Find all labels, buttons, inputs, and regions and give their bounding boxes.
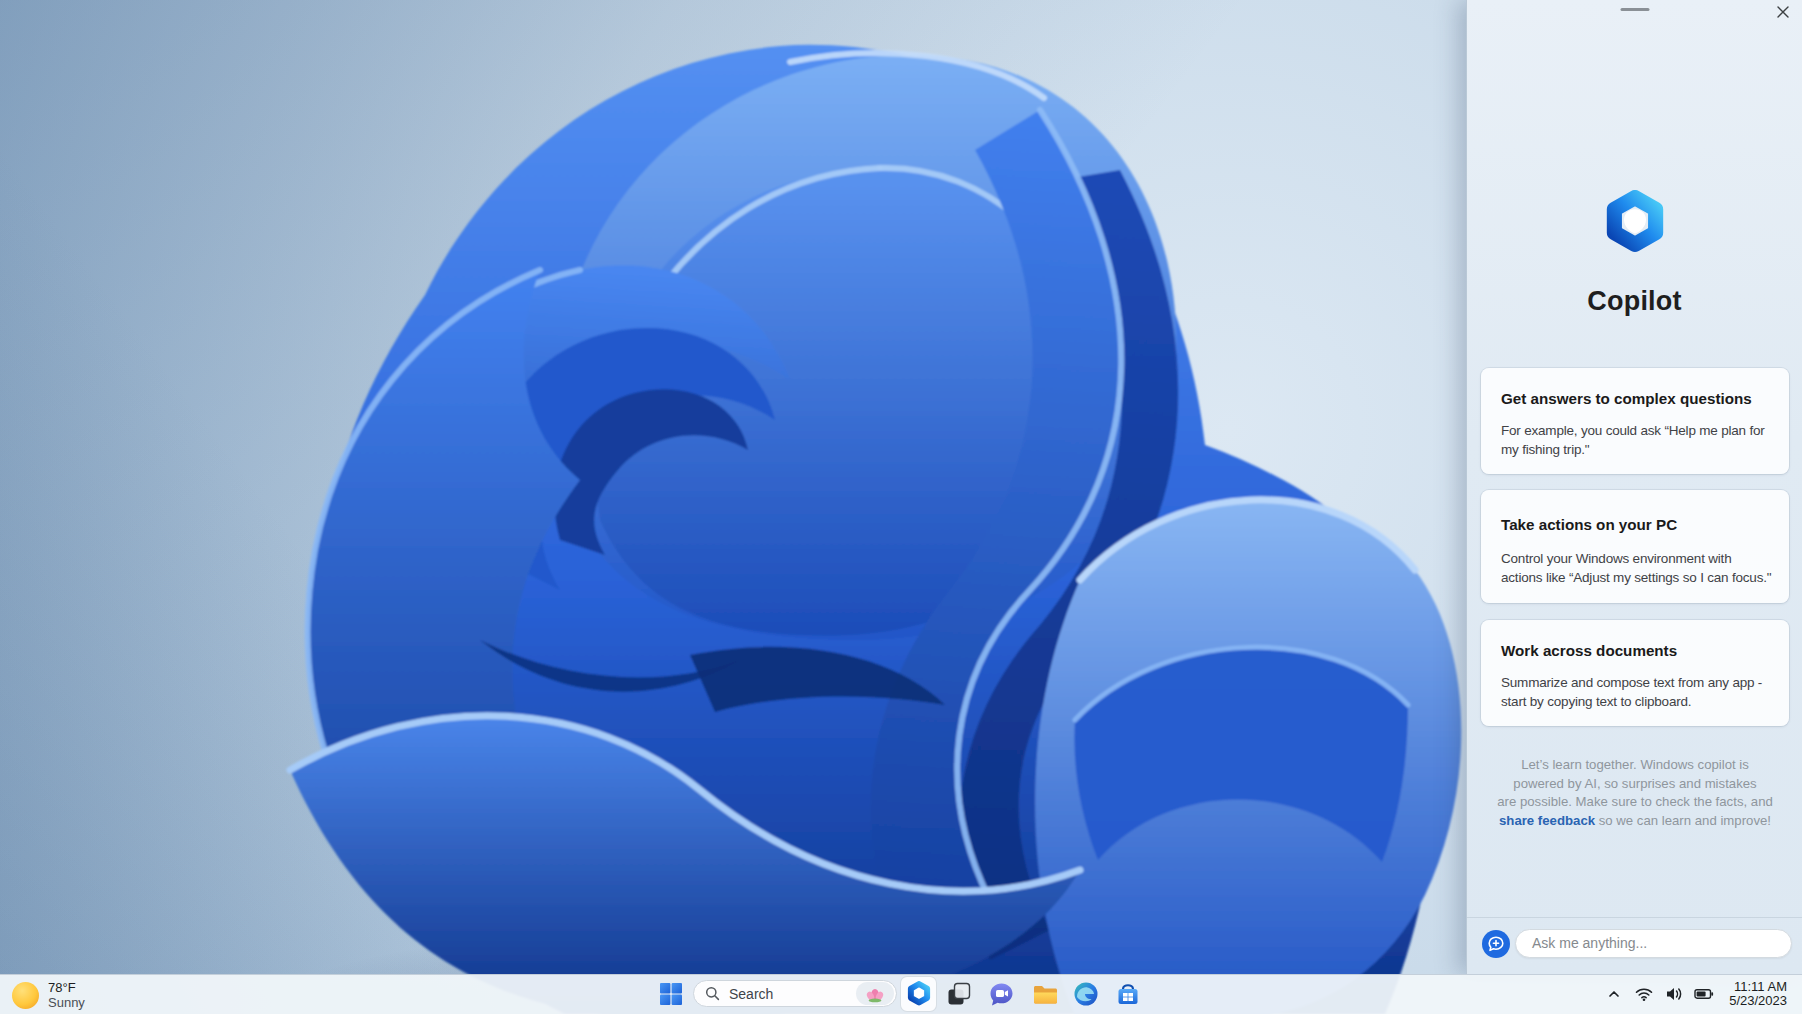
clock-date: 5/23/2023 xyxy=(1729,994,1787,1009)
search-box[interactable]: Search xyxy=(693,980,897,1007)
card-title: Work across documents xyxy=(1501,642,1779,659)
disclaimer-pre: Let’s learn together. Windows copilot is… xyxy=(1497,757,1773,809)
battery-icon[interactable] xyxy=(1691,974,1717,1014)
disclaimer-post: so we can learn and improve! xyxy=(1595,813,1771,828)
task-view-button[interactable] xyxy=(939,974,979,1014)
search-highlight-icon xyxy=(856,982,894,1005)
close-icon[interactable] xyxy=(1773,2,1793,22)
task-view-icon xyxy=(947,982,971,1006)
system-tray: 11:11 AM 5/23/2023 xyxy=(1601,974,1802,1014)
disclaimer-text: Let’s learn together. Windows copilot is… xyxy=(1475,756,1795,830)
chat-icon xyxy=(988,981,1015,1008)
file-explorer-icon xyxy=(1032,981,1059,1008)
share-feedback-link[interactable]: share feedback xyxy=(1499,813,1595,828)
copilot-logo-icon xyxy=(1602,190,1668,256)
copilot-title: Copilot xyxy=(1467,286,1802,317)
start-button[interactable] xyxy=(651,974,691,1014)
card-body: Summarize and compose text from any app … xyxy=(1501,674,1781,711)
input-separator xyxy=(1467,917,1802,918)
volume-icon[interactable] xyxy=(1661,974,1687,1014)
card-body: For example, you could ask “Help me plan… xyxy=(1501,422,1781,459)
new-chat-button[interactable] xyxy=(1482,930,1510,958)
drag-handle-icon[interactable] xyxy=(1620,8,1649,11)
suggestion-card[interactable]: Get answers to complex questions For exa… xyxy=(1481,368,1789,474)
clock[interactable]: 11:11 AM 5/23/2023 xyxy=(1729,980,1787,1009)
copilot-panel: Copilot Get answers to complex questions… xyxy=(1466,0,1802,974)
card-title: Take actions on your PC xyxy=(1501,516,1779,533)
weather-condition: Sunny xyxy=(48,995,85,1010)
taskbar-copilot-button[interactable] xyxy=(900,976,937,1012)
card-body: Control your Windows environment with ac… xyxy=(1501,550,1781,587)
file-explorer-button[interactable] xyxy=(1025,974,1065,1014)
edge-icon xyxy=(1073,981,1099,1007)
weather-temp: 78°F xyxy=(48,980,85,995)
wifi-icon[interactable] xyxy=(1631,974,1657,1014)
search-icon xyxy=(705,986,720,1001)
chat-button[interactable] xyxy=(981,974,1021,1014)
copilot-icon xyxy=(906,981,932,1007)
windows-logo-icon xyxy=(659,982,683,1006)
tray-chevron-icon[interactable] xyxy=(1601,974,1627,1014)
ask-placeholder: Ask me anything... xyxy=(1516,930,1791,957)
clock-time: 11:11 AM xyxy=(1729,980,1787,995)
weather-widget[interactable]: 78°F Sunny xyxy=(12,975,85,1014)
microsoft-store-button[interactable] xyxy=(1108,974,1148,1014)
edge-button[interactable] xyxy=(1066,974,1106,1014)
search-placeholder: Search xyxy=(729,986,856,1002)
card-title: Get answers to complex questions xyxy=(1501,390,1779,407)
microsoft-store-icon xyxy=(1115,981,1141,1007)
suggestion-card[interactable]: Take actions on your PC Control your Win… xyxy=(1481,490,1789,603)
suggestion-card[interactable]: Work across documents Summarize and comp… xyxy=(1481,620,1789,726)
sun-icon xyxy=(12,982,39,1009)
ask-input[interactable]: Ask me anything... xyxy=(1515,929,1792,958)
desktop: Copilot Get answers to complex questions… xyxy=(0,0,1802,1014)
